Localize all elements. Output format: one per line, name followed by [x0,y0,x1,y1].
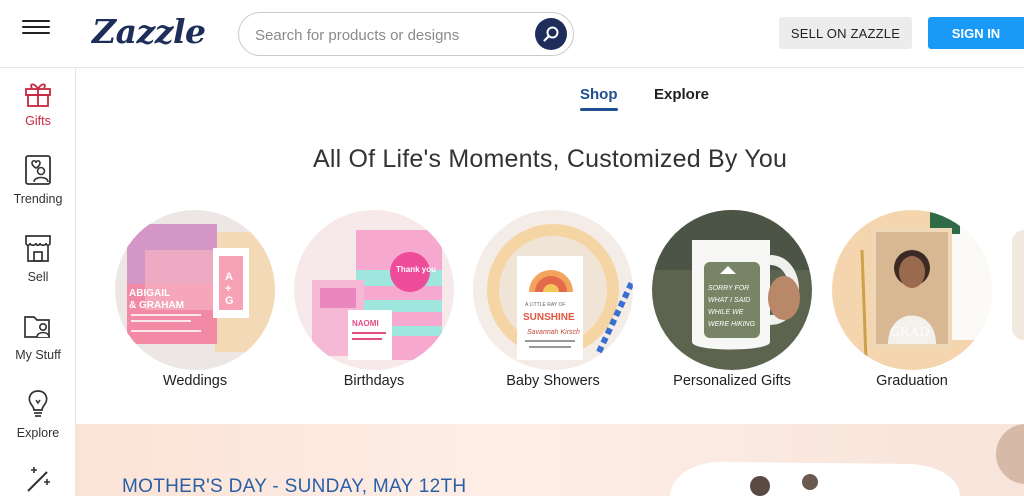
svg-text:WHAT I SAID: WHAT I SAID [708,297,750,304]
sidebar-label-my-stuff: My Stuff [15,348,61,362]
page-headline: All Of Life's Moments, Customized By You [312,145,788,173]
svg-text:Thank you: Thank you [396,265,436,274]
svg-text:SUNSHINE: SUNSHINE [523,312,575,323]
svg-text:WHILE WE: WHILE WE [708,309,744,316]
gift-icon [25,83,51,107]
svg-text:A LITTLE RAY OF: A LITTLE RAY OF [525,302,565,308]
svg-text:ABIGAIL: ABIGAIL [129,288,170,299]
tab-shop[interactable]: Shop [580,86,618,111]
svg-text:+: + [225,283,231,295]
baby-showers-image: A LITTLE RAY OF SUNSHINE Savannah Kirsch [473,210,633,370]
sidebar-label-trending: Trending [13,192,63,206]
svg-text:GRAD: GRAD [890,325,930,340]
search-icon[interactable] [535,18,567,50]
sidebar-label-gifts: Gifts [25,114,51,128]
svg-text:G: G [225,295,234,307]
hamburger-menu-icon[interactable] [22,16,54,40]
sidebar-item-sell[interactable]: Sell [0,232,76,284]
sidebar-label-explore: Explore [16,426,60,440]
svg-text:NAOMI: NAOMI [352,319,379,328]
svg-text:A: A [225,271,233,283]
search-input[interactable] [255,24,525,46]
category-personalized-gifts[interactable]: SORRY FOR WHAT I SAID WHILE WE WERE HIKI… [652,210,812,389]
svg-text:WERE HIKING: WERE HIKING [708,321,756,328]
birthdays-image: Thank you NAOMI [294,210,454,370]
sidebar-item-trending[interactable]: Trending [0,154,76,206]
banner-plate-decor [996,424,1024,484]
category-label-birthdays: Birthdays [343,373,405,389]
store-icon [25,235,51,262]
left-sidebar: Gifts Trending Sell My Stuff Explore [0,68,76,496]
category-birthdays[interactable]: Thank you NAOMI Birthdays [294,210,454,389]
banner-pillow-image [670,461,960,496]
category-graduation[interactable]: GRAD Graduation [832,210,992,389]
folder-user-icon [24,316,50,338]
sidebar-item-create[interactable] [0,464,76,494]
sidebar-item-gifts[interactable]: Gifts [0,78,76,128]
sidebar-label-sell: Sell [27,270,49,284]
trending-icon [25,155,51,185]
category-label-baby-showers: Baby Showers [506,373,600,389]
svg-text:Savannah Kirsch: Savannah Kirsch [527,329,580,336]
top-header: Zazzle SELL ON ZAZZLE SIGN IN [0,0,1024,68]
sidebar-item-my-stuff[interactable]: My Stuff [0,310,76,362]
tab-explore[interactable]: Explore [654,86,709,103]
category-weddings[interactable]: ABIGAIL & GRAHAM A + G Weddings [115,210,275,389]
category-label-personalized-gifts: Personalized Gifts [673,373,791,389]
category-label-weddings: Weddings [162,373,228,389]
sidebar-item-explore[interactable]: Explore [0,388,76,440]
category-baby-showers[interactable]: A LITTLE RAY OF SUNSHINE Savannah Kirsch… [473,210,633,389]
zazzle-logo[interactable]: Zazzle [92,12,206,51]
create-wand-icon [27,467,50,492]
personalized-gifts-image: SORRY FOR WHAT I SAID WHILE WE WERE HIKI… [652,210,812,370]
svg-text:SORRY FOR: SORRY FOR [708,285,749,292]
sign-in-button[interactable]: SIGN IN [928,17,1024,49]
category-label-graduation: Graduation [876,373,948,389]
svg-text:& GRAHAM: & GRAHAM [129,300,184,311]
next-category-peek [1012,230,1024,340]
search-box [238,12,574,56]
sell-on-zazzle-button[interactable]: SELL ON ZAZZLE [779,17,912,49]
mothers-day-banner[interactable]: MOTHER'S DAY - SUNDAY, MAY 12TH [76,424,1024,496]
weddings-image: ABIGAIL & GRAHAM A + G [115,210,275,370]
graduation-image: GRAD [832,210,992,370]
banner-title: MOTHER'S DAY - SUNDAY, MAY 12TH [122,476,467,496]
lightbulb-icon [28,390,48,417]
